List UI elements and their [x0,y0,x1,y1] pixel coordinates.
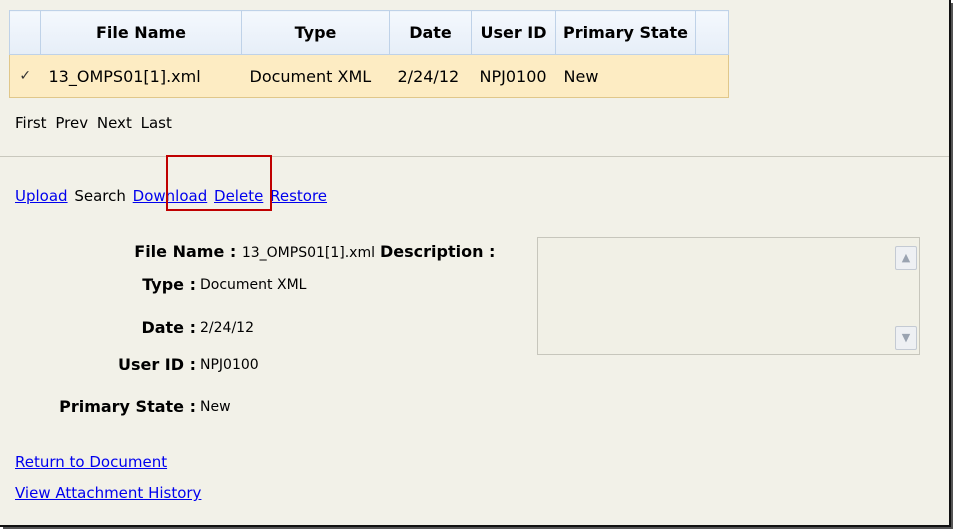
table-row[interactable]: ✓ 13_OMPS01[1].xml Document XML 2/24/12 … [9,54,729,98]
search-label: Search [74,187,126,205]
scroll-up-icon[interactable]: ▲ [895,246,917,270]
attachment-panel: File Name Type Date User ID Primary Stat… [0,0,951,527]
type-label: Type : [142,275,196,294]
pager: First Prev Next Last [15,114,176,132]
user-id-value: NPJ0100 [200,357,259,373]
header-file-name[interactable]: File Name [40,10,242,55]
row-check-icon[interactable]: ✓ [9,54,41,98]
cell-date[interactable]: 2/24/12 [389,54,472,98]
date-label: Date : [141,318,196,337]
header-type[interactable]: Type [241,10,390,55]
restore-link[interactable]: Restore [270,187,327,205]
header-date[interactable]: Date [389,10,472,55]
cell-spacer [695,54,729,98]
header-select [9,10,41,55]
file-name-label: File Name : 13_OMPS01[1].xml [40,242,375,261]
pager-prev[interactable]: Prev [55,114,88,132]
attachments-grid-area: File Name Type Date User ID Primary Stat… [0,0,949,156]
header-user-id[interactable]: User ID [471,10,556,55]
file-name-value: 13_OMPS01[1].xml [241,245,375,261]
view-attachment-history-link[interactable]: View Attachment History [15,484,201,502]
return-to-document-link[interactable]: Return to Document [15,453,167,471]
cell-primary-state[interactable]: New [555,54,696,98]
cell-user-id[interactable]: NPJ0100 [471,54,556,98]
primary-state-label: Primary State : [59,397,196,416]
pager-first[interactable]: First [15,114,47,132]
pager-next[interactable]: Next [97,114,132,132]
return-link-container: Return to Document [15,453,167,471]
history-link-container: View Attachment History [15,484,201,502]
file-name-label-text: File Name : [134,242,237,261]
pager-last[interactable]: Last [141,114,172,132]
type-value: Document XML [200,277,307,293]
table-header-row: File Name Type Date User ID Primary Stat… [9,10,729,55]
download-highlight-box [166,155,272,211]
description-textarea[interactable]: ▲ ▼ [537,237,920,355]
description-label: Description : [380,242,496,261]
header-spacer [695,10,729,55]
header-primary-state[interactable]: Primary State [555,10,696,55]
user-id-label: User ID : [117,355,196,374]
primary-state-value: New [200,399,231,415]
attachments-table: File Name Type Date User ID Primary Stat… [9,10,729,98]
scroll-down-icon[interactable]: ▼ [895,326,917,350]
upload-link[interactable]: Upload [15,187,68,205]
cell-type[interactable]: Document XML [241,54,390,98]
cell-file-name[interactable]: 13_OMPS01[1].xml [40,54,242,98]
date-value: 2/24/12 [200,320,254,336]
